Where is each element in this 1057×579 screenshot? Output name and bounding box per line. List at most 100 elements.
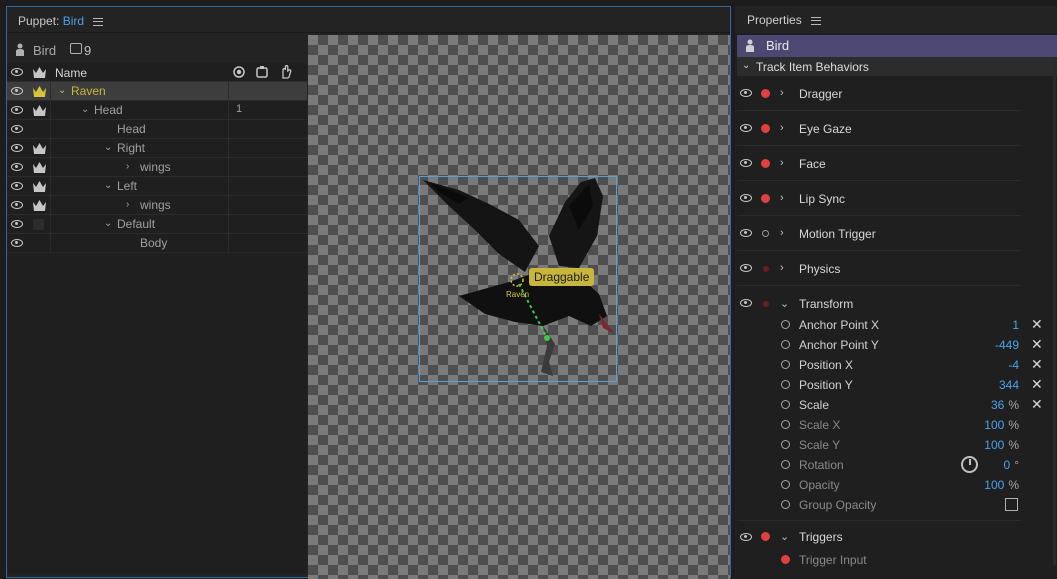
tree-row-raven[interactable]: ⌄ Raven: [7, 82, 307, 101]
properties-tab[interactable]: Properties: [747, 13, 822, 27]
chevron-right-icon[interactable]: ›: [780, 262, 784, 274]
tree-row-head-layer[interactable]: Head: [7, 120, 307, 139]
chevron-down-icon[interactable]: ⌄: [780, 297, 789, 310]
visibility-eye-icon[interactable]: [11, 201, 23, 209]
group-opacity-checkbox[interactable]: [1005, 498, 1018, 511]
visibility-eye-icon[interactable]: [740, 229, 752, 237]
crown-icon[interactable]: [33, 162, 46, 173]
panel-menu-icon[interactable]: [811, 16, 822, 25]
visibility-eye-icon[interactable]: [11, 106, 23, 114]
reset-x-icon[interactable]: ✕: [1031, 356, 1043, 373]
draggable-handle-tag[interactable]: Draggable: [529, 268, 595, 286]
puppet-column-icon[interactable]: [256, 66, 268, 78]
crown-icon[interactable]: [33, 143, 46, 154]
chevron-down-icon[interactable]: ⌄: [742, 60, 750, 71]
crown-icon[interactable]: [33, 181, 46, 192]
hand-column-icon[interactable]: [280, 65, 292, 79]
visibility-eye-icon[interactable]: [740, 264, 752, 272]
param-value[interactable]: 36%: [991, 398, 1019, 412]
tree-row-right[interactable]: ⌄ Right: [7, 139, 307, 158]
param-value[interactable]: -4: [1008, 358, 1019, 372]
visibility-eye-icon[interactable]: [740, 89, 752, 97]
visibility-eye-icon[interactable]: [740, 159, 752, 167]
keyframe-ring-icon[interactable]: [781, 480, 790, 489]
keyframe-ring-icon[interactable]: [781, 440, 790, 449]
crown-icon[interactable]: [33, 200, 46, 211]
record-column-icon[interactable]: [233, 66, 245, 78]
tree-row-left[interactable]: ⌄ Left: [7, 177, 307, 196]
visibility-eye-icon[interactable]: [740, 124, 752, 132]
crown-icon[interactable]: [33, 105, 46, 116]
selected-puppet-bar[interactable]: Bird: [737, 35, 1057, 57]
chevron-down-icon[interactable]: ⌄: [104, 142, 112, 153]
visibility-eye-icon[interactable]: [11, 220, 23, 228]
chevron-right-icon[interactable]: ›: [126, 161, 129, 172]
behavior-face[interactable]: › Face: [737, 146, 1021, 181]
chevron-down-icon[interactable]: ⌄: [104, 180, 112, 191]
tree-row-body[interactable]: Body: [7, 234, 307, 253]
visibility-eye-icon[interactable]: [740, 299, 752, 307]
arm-dot-icon[interactable]: [761, 159, 770, 168]
chevron-right-icon[interactable]: ›: [780, 192, 784, 204]
chevron-right-icon[interactable]: ›: [780, 227, 784, 239]
reset-x-icon[interactable]: ✕: [1031, 376, 1043, 393]
visibility-eye-icon[interactable]: [11, 125, 23, 133]
param-value[interactable]: 100%: [984, 418, 1019, 432]
chevron-down-icon[interactable]: ⌄: [780, 530, 789, 543]
visibility-eye-icon[interactable]: [740, 533, 752, 541]
keyframe-ring-icon[interactable]: [781, 340, 790, 349]
behavior-triggers[interactable]: ⌄ Triggers: [737, 521, 1021, 549]
keyframe-ring-icon[interactable]: [781, 360, 790, 369]
param-value[interactable]: 344: [999, 378, 1019, 392]
reset-x-icon[interactable]: ✕: [1031, 316, 1043, 333]
keyframe-ring-icon[interactable]: [781, 420, 790, 429]
tree-row-default[interactable]: ⌄ Default: [7, 215, 307, 234]
arm-dot-icon[interactable]: [762, 230, 769, 237]
track-item-behaviors-header[interactable]: ⌄ Track Item Behaviors: [737, 57, 1057, 76]
behavior-physics[interactable]: › Physics: [737, 251, 1021, 286]
chevron-down-icon[interactable]: ⌄: [104, 218, 112, 229]
rotation-dial-icon[interactable]: [961, 456, 978, 473]
keyframe-ring-icon[interactable]: [781, 320, 790, 329]
param-value[interactable]: -449: [995, 338, 1019, 352]
arm-dot-icon[interactable]: [761, 124, 770, 133]
arm-dot-icon[interactable]: [763, 301, 769, 307]
crown-icon[interactable]: [33, 86, 46, 97]
panel-menu-icon[interactable]: [93, 17, 104, 26]
canvas-viewport[interactable]: Draggable Raven: [308, 35, 730, 579]
visibility-eye-icon[interactable]: [11, 87, 23, 95]
behavior-eye-gaze[interactable]: › Eye Gaze: [737, 111, 1021, 146]
chevron-right-icon[interactable]: ›: [780, 87, 784, 99]
keyframe-ring-icon[interactable]: [781, 500, 790, 509]
visibility-eye-icon[interactable]: [11, 239, 23, 247]
visibility-eye-icon[interactable]: [11, 182, 23, 190]
chevron-right-icon[interactable]: ›: [126, 199, 129, 210]
keyframe-ring-icon[interactable]: [781, 400, 790, 409]
visibility-eye-icon[interactable]: [11, 144, 23, 152]
tree-row-left-wings[interactable]: › wings: [7, 196, 307, 215]
chevron-down-icon[interactable]: ⌄: [81, 104, 89, 115]
arm-dot-icon[interactable]: [761, 194, 770, 203]
param-value[interactable]: 100%: [984, 478, 1019, 492]
arm-dot-icon[interactable]: [781, 555, 790, 564]
tree-row-head-group[interactable]: ⌄ Head 1: [7, 101, 307, 120]
keyframe-ring-icon[interactable]: [781, 460, 790, 469]
behavior-lip-sync[interactable]: › Lip Sync: [737, 181, 1021, 216]
param-value[interactable]: 100%: [984, 438, 1019, 452]
behavior-transform[interactable]: ⌄ Transform: [737, 286, 1021, 314]
chevron-right-icon[interactable]: ›: [780, 122, 784, 134]
reset-x-icon[interactable]: ✕: [1031, 396, 1043, 413]
visibility-eye-icon[interactable]: [740, 194, 752, 202]
arm-dot-icon[interactable]: [761, 532, 770, 541]
chevron-right-icon[interactable]: ›: [780, 157, 784, 169]
chevron-down-icon[interactable]: ⌄: [58, 85, 66, 96]
arm-dot-icon[interactable]: [763, 266, 769, 272]
crown-placeholder[interactable]: [33, 219, 44, 230]
behavior-motion-trigger[interactable]: › Motion Trigger: [737, 216, 1021, 251]
keyframe-ring-icon[interactable]: [781, 380, 790, 389]
properties-scrollbar[interactable]: [1053, 61, 1056, 565]
reset-x-icon[interactable]: ✕: [1031, 336, 1043, 353]
param-value[interactable]: 1: [1012, 318, 1019, 332]
behavior-dragger[interactable]: › Dragger: [737, 76, 1021, 111]
param-value[interactable]: 0 °: [1004, 458, 1020, 472]
